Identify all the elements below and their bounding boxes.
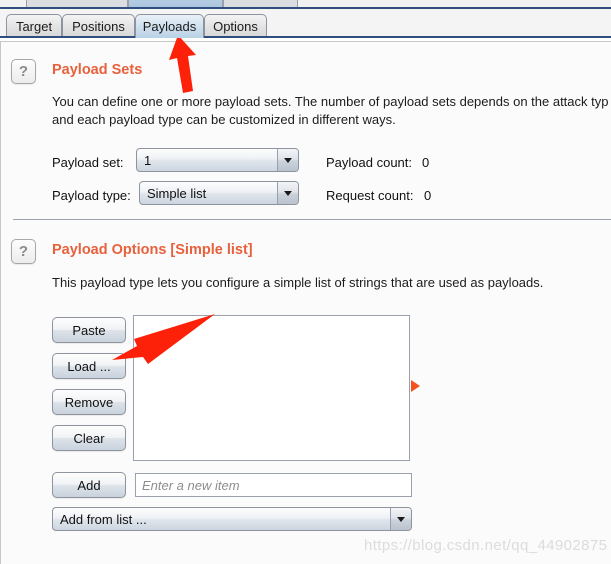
payload-options-description: This payload type lets you configure a s… — [52, 275, 544, 290]
tab-payloads[interactable]: Payloads — [135, 14, 204, 38]
tab-options[interactable]: Options — [204, 14, 267, 38]
payload-set-select[interactable]: 1 — [136, 148, 299, 172]
question-mark-icon: ? — [18, 243, 29, 260]
clear-button-label: Clear — [73, 430, 105, 446]
add-from-list-select[interactable]: Add from list ... — [52, 507, 412, 531]
add-from-list-value: Add from list ... — [60, 511, 147, 527]
tab-positions-label: Positions — [72, 19, 125, 34]
remove-button-label: Remove — [64, 394, 114, 410]
help-icon-payload-options[interactable]: ? — [11, 239, 36, 264]
help-icon-payload-sets[interactable]: ? — [11, 59, 36, 84]
payload-type-label: Payload type: — [52, 188, 131, 203]
load-button[interactable]: Load ... — [52, 353, 126, 379]
request-count-value: 0 — [424, 188, 432, 203]
intruder-tabbar: Target Positions Payloads Options — [0, 9, 611, 38]
splitter-expand-icon[interactable] — [411, 380, 420, 392]
payload-count-value: 0 — [422, 155, 430, 170]
tab-target[interactable]: Target — [6, 14, 62, 38]
new-item-input[interactable] — [135, 473, 412, 497]
tab-target-label: Target — [15, 19, 53, 34]
watermark-text: https://blog.csdn.net/qq_44902875 — [364, 537, 608, 554]
payload-count-label: Payload count: — [326, 155, 413, 170]
payload-sets-description-line2: and each payload type can be customized … — [52, 112, 396, 127]
chevron-down-icon[interactable] — [277, 149, 298, 171]
payload-options-title: Payload Options [Simple list] — [52, 242, 253, 258]
tab-options-label: Options — [213, 19, 258, 34]
load-button-label: Load ... — [67, 358, 111, 374]
paste-button-label: Paste — [72, 322, 106, 338]
remove-button[interactable]: Remove — [52, 389, 126, 415]
question-mark-icon: ? — [18, 63, 29, 80]
tab-positions[interactable]: Positions — [62, 14, 135, 38]
payload-type-select[interactable]: Simple list — [139, 181, 299, 205]
add-button-label: Add — [77, 477, 101, 493]
chevron-down-icon[interactable] — [277, 182, 298, 204]
payload-sets-description-line1: You can define one or more payload sets.… — [52, 94, 609, 109]
payload-type-value: Simple list — [147, 185, 207, 201]
chevron-down-icon[interactable] — [390, 508, 411, 530]
payload-sets-title: Payload Sets — [52, 62, 143, 78]
tabbar-underline — [0, 36, 611, 38]
add-button[interactable]: Add — [52, 472, 126, 498]
payload-list[interactable] — [133, 315, 410, 461]
payloads-panel: ? Payload Sets You can define one or mor… — [0, 41, 611, 564]
tab-payloads-label: Payloads — [142, 19, 197, 34]
section-divider — [13, 219, 611, 220]
clear-button[interactable]: Clear — [52, 425, 126, 451]
payload-set-value: 1 — [144, 152, 152, 168]
payload-set-label: Payload set: — [52, 155, 124, 170]
request-count-label: Request count: — [326, 188, 414, 203]
paste-button[interactable]: Paste — [52, 317, 126, 343]
